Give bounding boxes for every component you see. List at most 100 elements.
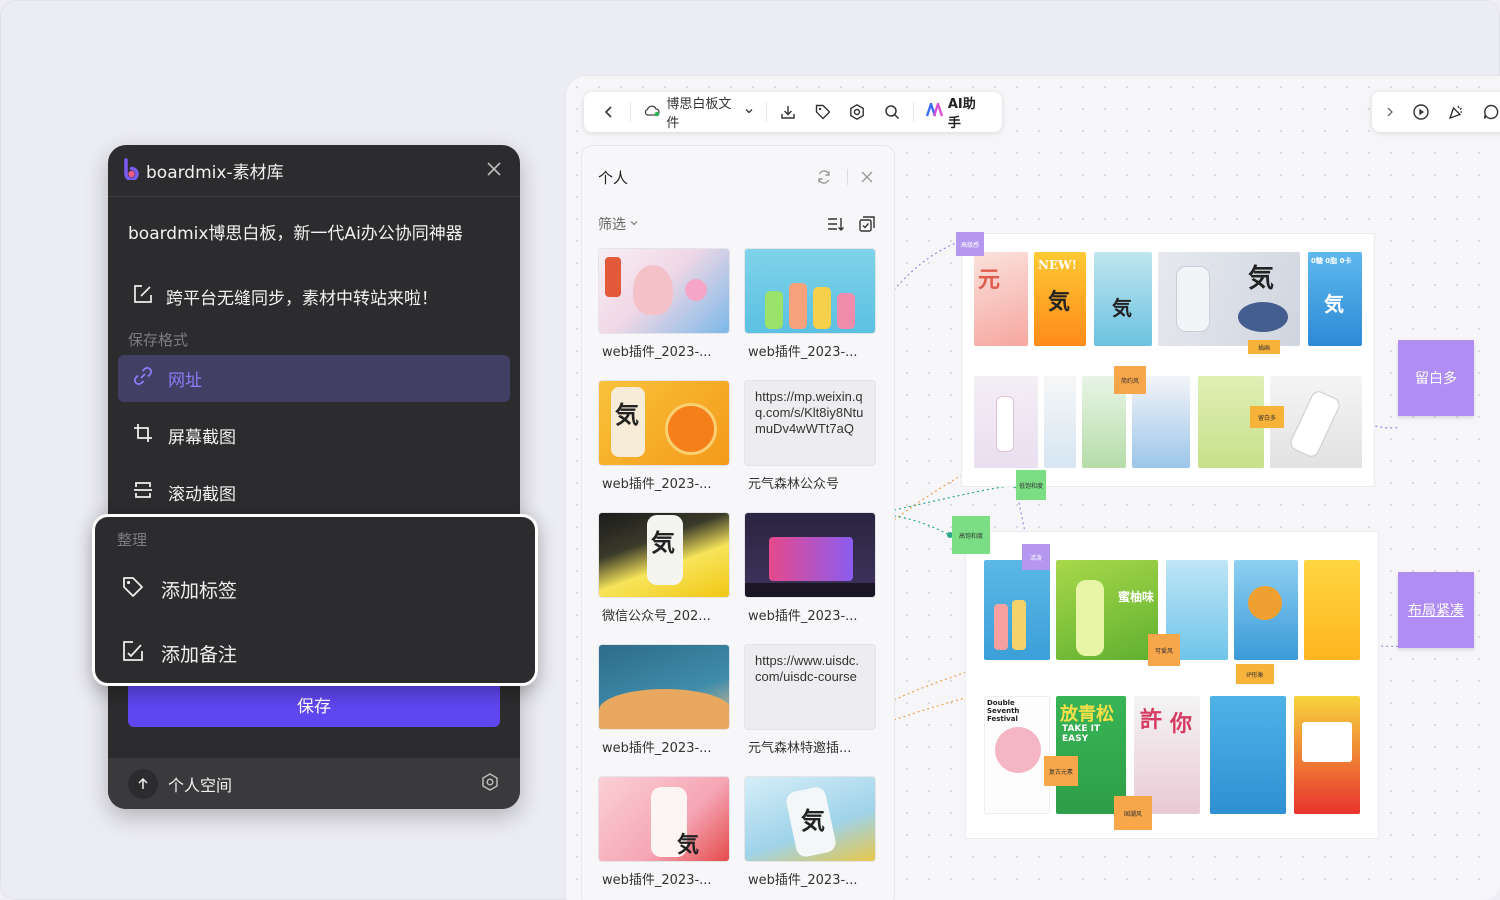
poster[interactable]	[1044, 376, 1076, 468]
material-card[interactable]: web插件_2023-...	[598, 248, 730, 360]
poster-text: 許	[1140, 707, 1163, 733]
card-label: web插件_2023-...	[602, 873, 712, 888]
file-menu[interactable]: 博思白板文件	[635, 93, 762, 131]
side-note-whitespace[interactable]: 留白多	[1398, 340, 1474, 416]
sticky-note[interactable]: IP形象	[1236, 664, 1274, 684]
poster[interactable]	[974, 376, 1038, 468]
poster[interactable]	[984, 560, 1050, 660]
poster-text: 気	[1324, 292, 1344, 316]
card-url-preview: https://www.uisdc.com/uisdc-course	[744, 644, 876, 730]
material-card[interactable]: https://mp.weixin.qq.com/s/Klt8iy8NtumuD…	[744, 380, 876, 492]
tag-icon	[121, 575, 145, 604]
sticky-note[interactable]: 国潮风	[1114, 796, 1152, 830]
filter-dropdown[interactable]: 筛选	[598, 214, 816, 234]
personal-panel-header: 个人	[582, 146, 894, 208]
poster[interactable]	[1210, 696, 1286, 814]
card-thumbnail	[598, 644, 730, 730]
material-card[interactable]: web插件_2023-...	[744, 248, 876, 360]
close-icon[interactable]	[856, 166, 878, 188]
sticky-note[interactable]: 活泼	[1022, 544, 1050, 570]
sticky-note[interactable]: 高饱和度	[952, 516, 990, 554]
sort-icon[interactable]	[824, 213, 846, 235]
sticky-note[interactable]: 低饱和度	[1016, 470, 1046, 500]
card-label: web插件_2023-...	[602, 345, 712, 360]
material-subtitle: boardmix博思白板，新一代Ai办公协同神器	[128, 224, 463, 244]
sticky-note[interactable]: 高级感	[956, 232, 984, 256]
material-card[interactable]: 気 web插件_2023-...	[744, 776, 876, 888]
scroll-capture-icon	[132, 479, 154, 506]
card-thumbnail: 気	[598, 380, 730, 466]
poster[interactable]: 気	[1094, 252, 1152, 346]
poster[interactable]	[1294, 696, 1360, 814]
organize-label: 整理	[117, 531, 148, 549]
close-icon[interactable]	[486, 161, 502, 181]
ai-assistant-label: AI助手	[947, 97, 976, 131]
add-note-button[interactable]: 添加备注	[95, 621, 535, 685]
settings-icon[interactable]	[480, 772, 500, 796]
poster[interactable]: NEW! 気	[1034, 252, 1086, 346]
search-icon[interactable]	[875, 97, 909, 127]
poster[interactable]	[1304, 560, 1360, 660]
play-icon[interactable]	[1403, 97, 1438, 127]
poster[interactable]	[1234, 560, 1298, 660]
add-tag-label: 添加标签	[161, 579, 238, 602]
sticky-note[interactable]: 插画	[1248, 340, 1280, 354]
toolbar-divider	[912, 102, 914, 122]
comment-icon[interactable]	[1473, 97, 1500, 127]
celebrate-icon[interactable]	[1438, 97, 1473, 127]
material-card[interactable]: 気 微信公众号_202...	[598, 512, 730, 624]
arrow-up-icon[interactable]	[128, 768, 158, 799]
sticky-note[interactable]: 留白多	[1250, 406, 1284, 428]
material-card[interactable]: web插件_2023-...	[744, 512, 876, 624]
download-icon[interactable]	[771, 97, 805, 127]
organize-section: 整理 添加标签 添加备注	[92, 514, 538, 686]
tag-icon[interactable]	[806, 97, 840, 127]
chevron-down-icon	[744, 105, 754, 120]
add-note-label: 添加备注	[161, 643, 238, 666]
note-icon	[121, 639, 145, 668]
poster[interactable]: 蜜柚味	[1056, 560, 1158, 660]
card-thumbnail: 気	[598, 512, 730, 598]
card-thumbnail	[744, 512, 876, 598]
settings-icon[interactable]	[840, 97, 874, 127]
filter-label: 筛选	[598, 217, 626, 233]
material-card[interactable]: 気 web插件_2023-...	[598, 380, 730, 492]
refresh-icon[interactable]	[813, 166, 835, 188]
material-title: boardmix-素材库	[146, 163, 284, 183]
top-toolbar: 博思白板文件 AI助手	[584, 92, 1002, 132]
poster[interactable]: 気	[1158, 252, 1300, 346]
sticky-note[interactable]: 简约风	[1114, 366, 1146, 394]
material-card[interactable]: 気 web插件_2023-...	[598, 776, 730, 888]
card-label: web插件_2023-...	[748, 609, 858, 624]
card-label: 微信公众号_202...	[602, 609, 711, 624]
multi-select-icon[interactable]	[856, 213, 878, 235]
crop-icon	[132, 422, 154, 449]
material-card[interactable]: https://www.uisdc.com/uisdc-course 元气森林特…	[744, 644, 876, 756]
add-tag-button[interactable]: 添加标签	[95, 557, 535, 621]
app-frame: 博思白板文件 AI助手 元 NEW! 気 気 気 0糖 0脂 0卡 気 蜜柚味 …	[0, 0, 1500, 900]
poster[interactable]: Double Seventh Festival	[984, 696, 1050, 814]
format-url-option[interactable]: 网址	[118, 355, 510, 402]
sticky-note[interactable]: 复古元素	[1044, 756, 1078, 786]
sticky-note[interactable]: 可爱风	[1148, 634, 1180, 666]
material-library-panel: boardmix-素材库 boardmix博思白板，新一代Ai办公协同神器 跨平…	[108, 145, 520, 809]
personal-space-label[interactable]: 个人空间	[168, 772, 480, 796]
poster[interactable]: 元	[974, 252, 1028, 346]
cloud-icon	[643, 103, 661, 121]
file-name: 博思白板文件	[666, 97, 732, 131]
link-icon	[132, 365, 154, 392]
format-scroll-option[interactable]: 滚动截图	[118, 469, 510, 516]
poster-text: 気	[1248, 264, 1275, 294]
edit-icon	[132, 283, 154, 310]
material-card[interactable]: web插件_2023-...	[598, 644, 730, 756]
chevron-right-icon[interactable]	[1376, 97, 1403, 127]
poster-text: TAKE IT EASY	[1062, 724, 1101, 744]
ai-assistant-button[interactable]: AI助手	[918, 93, 994, 131]
poster[interactable]: 0糖 0脂 0卡 気	[1308, 252, 1362, 346]
save-button[interactable]: 保存	[128, 681, 500, 727]
poster-text: NEW!	[1038, 258, 1077, 272]
back-icon[interactable]	[592, 97, 626, 127]
side-note-compact[interactable]: 布局紧凑	[1398, 572, 1474, 648]
format-screenshot-option[interactable]: 屏幕截图	[118, 412, 510, 459]
poster-text: 気	[1048, 289, 1071, 315]
